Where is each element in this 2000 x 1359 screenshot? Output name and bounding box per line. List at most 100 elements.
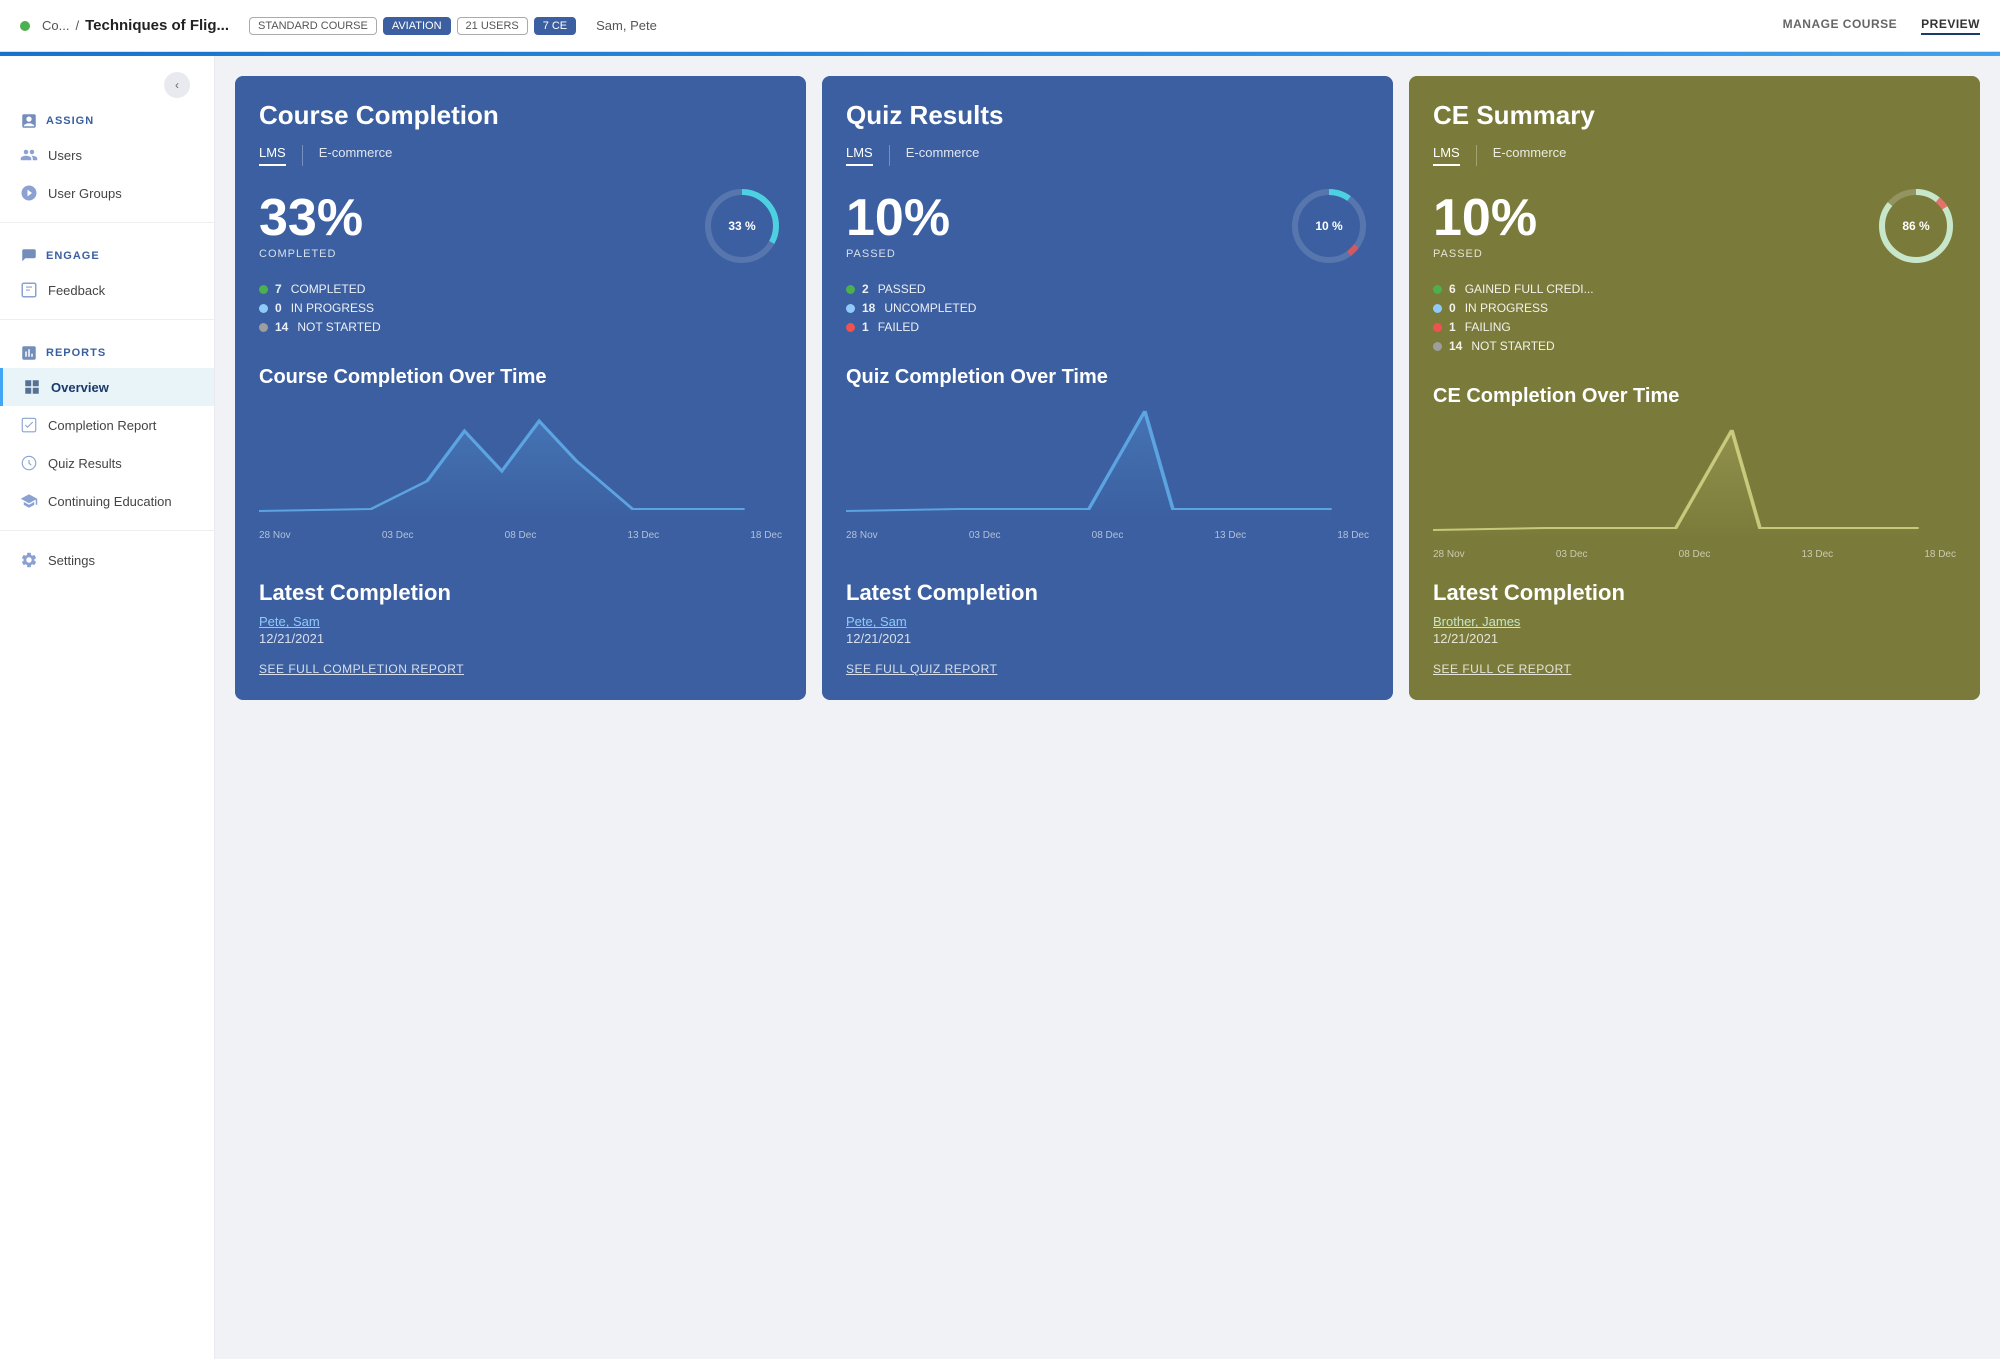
bullet-label: FAILING <box>1465 320 1511 334</box>
bullet-count: 7 <box>275 282 282 296</box>
latest-date-ce-summary: 12/21/2021 <box>1433 631 1956 646</box>
card-ce-summary: CE SummaryLMSE-commerce10%PASSED 86 %6GA… <box>1409 76 1980 700</box>
card-bullet: 1 FAILED <box>846 320 1369 334</box>
sidebar-user-groups-label: User Groups <box>48 186 122 201</box>
latest-name-quiz-results[interactable]: Pete, Sam <box>846 614 1369 629</box>
bullet-dot <box>1433 342 1442 351</box>
preview-button[interactable]: PREVIEW <box>1921 17 1980 35</box>
bullet-label: NOT STARTED <box>1471 339 1554 353</box>
tab-e-commerce-ce-summary[interactable]: E-commerce <box>1493 145 1567 166</box>
divider-3 <box>0 530 214 531</box>
sidebar-section-engage: ENGAGE <box>0 233 214 271</box>
divider-1 <box>0 222 214 223</box>
card-title-course-completion: Course Completion <box>259 100 782 131</box>
sidebar-item-continuing-education[interactable]: Continuing Education <box>0 482 214 520</box>
see-full-link-quiz-results[interactable]: SEE FULL QUIZ REPORT <box>846 662 1369 676</box>
latest-title-ce-summary: Latest Completion <box>1433 580 1956 606</box>
card-bullet: 0IN PROGRESS <box>259 301 782 315</box>
chart-x-label: 08 Dec <box>505 530 537 541</box>
sidebar-item-completion-report[interactable]: Completion Report <box>0 406 214 444</box>
card-bullet: 7 COMPLETED <box>259 282 782 296</box>
bullet-label: COMPLETED <box>291 282 366 296</box>
stat-label-ce-summary: PASSED <box>1433 248 1537 260</box>
sidebar-item-users[interactable]: Users <box>0 136 214 174</box>
chart-xaxis-quiz-results: 28 Nov03 Dec08 Dec13 Dec18 Dec <box>846 530 1369 541</box>
layout: ‹ ASSIGN Users User Groups ENGAGE Feedba… <box>0 56 2000 1359</box>
see-full-link-ce-summary[interactable]: SEE FULL CE REPORT <box>1433 662 1956 676</box>
tab-lms-course-completion[interactable]: LMS <box>259 145 286 166</box>
bullet-count: 2 <box>862 282 869 296</box>
donut-ce-summary: 86 % <box>1876 186 1956 266</box>
stat-row-course-completion: 33%COMPLETED 33 % <box>259 186 782 266</box>
latest-date-course-completion: 12/21/2021 <box>259 631 782 646</box>
bullet-label: FAILED <box>878 320 919 334</box>
bullet-dot <box>846 285 855 294</box>
manage-course-button[interactable]: MANAGE COURSE <box>1783 17 1898 35</box>
sidebar-section-reports: REPORTS <box>0 330 214 368</box>
chart-x-label: 28 Nov <box>846 530 878 541</box>
bullet-count: 14 <box>275 320 288 334</box>
sidebar-item-quiz-results[interactable]: Quiz Results <box>0 444 214 482</box>
chart-title-quiz-results: Quiz Completion Over Time <box>846 366 1369 389</box>
badge-standard: STANDARD COURSE <box>249 17 377 35</box>
latest-title-course-completion: Latest Completion <box>259 580 782 606</box>
main-content: Course CompletionLMSE-commerce33%COMPLET… <box>215 56 2000 1359</box>
sidebar-item-user-groups[interactable]: User Groups <box>0 174 214 212</box>
topbar: Co... / Techniques of Flig... STANDARD C… <box>0 0 2000 52</box>
bullet-dot <box>1433 285 1442 294</box>
stat-number-quiz-results: 10% <box>846 192 950 244</box>
sidebar-collapse-button[interactable]: ‹ <box>164 72 190 98</box>
bullet-count: 0 <box>275 301 282 315</box>
sidebar-item-overview[interactable]: Overview <box>0 368 214 406</box>
tab-e-commerce-quiz-results[interactable]: E-commerce <box>906 145 980 166</box>
sidebar: ‹ ASSIGN Users User Groups ENGAGE Feedba… <box>0 56 215 1359</box>
sidebar-assign-label: ASSIGN <box>46 115 94 127</box>
bullet-dot <box>259 285 268 294</box>
see-full-link-course-completion[interactable]: SEE FULL COMPLETION REPORT <box>259 662 782 676</box>
card-bullet: 6GAINED FULL CREDI... <box>1433 282 1956 296</box>
tab-lms-ce-summary[interactable]: LMS <box>1433 145 1460 166</box>
bullet-label: IN PROGRESS <box>1465 301 1548 315</box>
sidebar-overview-label: Overview <box>51 380 109 395</box>
stat-number-course-completion: 33% <box>259 192 363 244</box>
sidebar-reports-label: REPORTS <box>46 347 106 359</box>
bullet-count: 18 <box>862 301 875 315</box>
sidebar-settings-label: Settings <box>48 553 95 568</box>
bullet-count: 1 <box>862 320 869 334</box>
stat-row-ce-summary: 10% PASSED 86 % <box>1433 186 1956 266</box>
bullet-label: NOT STARTED <box>297 320 380 334</box>
sidebar-engage-label: ENGAGE <box>46 250 100 262</box>
chart-x-label: 13 Dec <box>1214 530 1246 541</box>
chart-x-label: 08 Dec <box>1092 530 1124 541</box>
bullet-dot <box>846 304 855 313</box>
sidebar-header: ‹ <box>0 72 214 98</box>
donut-label-quiz-results: 10 % <box>1315 219 1342 233</box>
breadcrumb-parent: Co... <box>42 18 69 33</box>
topbar-user: Sam, Pete <box>596 18 657 33</box>
donut-label-ce-summary: 86 % <box>1902 219 1929 233</box>
card-bullet: 1 FAILING <box>1433 320 1956 334</box>
bullet-dot <box>1433 323 1442 332</box>
sidebar-item-settings[interactable]: Settings <box>0 541 214 579</box>
bullet-count: 1 <box>1449 320 1456 334</box>
donut-quiz-results: 10 % <box>1289 186 1369 266</box>
bullet-dot <box>1433 304 1442 313</box>
stat-number-ce-summary: 10% <box>1433 192 1537 244</box>
donut-label-course-completion: 33 % <box>728 219 755 233</box>
tab-lms-quiz-results[interactable]: LMS <box>846 145 873 166</box>
sidebar-users-label: Users <box>48 148 82 163</box>
card-bullet: 18UNCOMPLETED <box>846 301 1369 315</box>
chart-x-label: 08 Dec <box>1679 549 1711 560</box>
latest-name-course-completion[interactable]: Pete, Sam <box>259 614 782 629</box>
chart-x-label: 18 Dec <box>750 530 782 541</box>
chart-svg-course-completion <box>259 401 782 521</box>
latest-name-ce-summary[interactable]: Brother, James <box>1433 614 1956 629</box>
badge-ce: 7 CE <box>534 17 576 35</box>
progress-bar <box>0 52 2000 56</box>
sidebar-item-feedback[interactable]: Feedback <box>0 271 214 309</box>
topbar-actions: MANAGE COURSE PREVIEW <box>1783 17 1980 35</box>
chart-xaxis-course-completion: 28 Nov03 Dec08 Dec13 Dec18 Dec <box>259 530 782 541</box>
card-bullet: 0IN PROGRESS <box>1433 301 1956 315</box>
chart-x-label: 18 Dec <box>1337 530 1369 541</box>
tab-e-commerce-course-completion[interactable]: E-commerce <box>319 145 393 166</box>
